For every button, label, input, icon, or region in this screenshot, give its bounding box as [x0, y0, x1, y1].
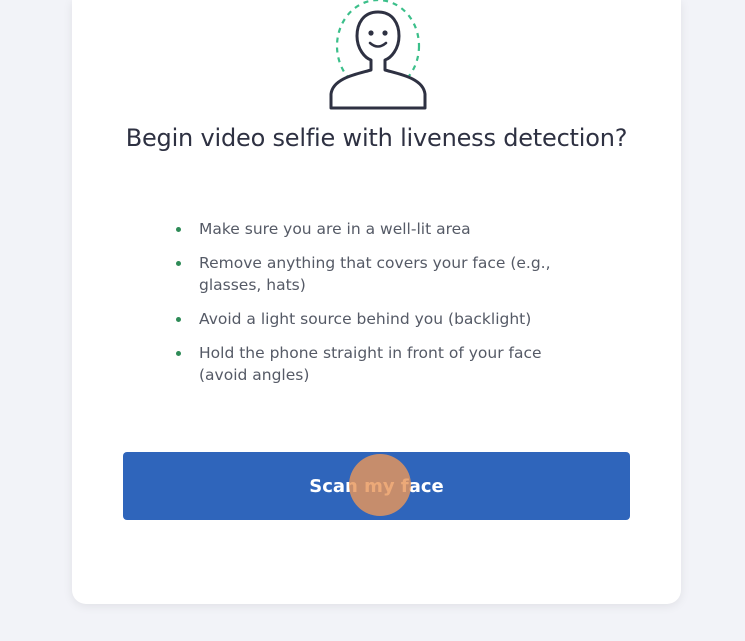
tip-text: Avoid a light source behind you (backlig…	[199, 310, 532, 328]
list-item: Make sure you are in a well-lit area	[173, 218, 593, 240]
list-item: Remove anything that covers your face (e…	[173, 252, 593, 296]
face-scan-icon	[329, 0, 427, 110]
scan-my-face-button[interactable]: Scan my face	[123, 452, 630, 520]
dialog-title: Begin video selfie with liveness detecti…	[125, 124, 628, 152]
page: Begin video selfie with liveness detecti…	[0, 0, 745, 641]
tip-text: Make sure you are in a well-lit area	[199, 220, 471, 238]
bullet-icon	[176, 261, 181, 266]
bullet-icon	[176, 317, 181, 322]
list-item: Avoid a light source behind you (backlig…	[173, 308, 593, 330]
tips-list: Make sure you are in a well-lit area Rem…	[173, 218, 593, 398]
bullet-icon	[176, 227, 181, 232]
list-item: Hold the phone straight in front of your…	[173, 342, 593, 386]
scan-my-face-label: Scan my face	[309, 476, 444, 497]
tip-text: Hold the phone straight in front of your…	[199, 344, 542, 384]
tip-text: Remove anything that covers your face (e…	[199, 254, 551, 294]
bullet-icon	[176, 351, 181, 356]
